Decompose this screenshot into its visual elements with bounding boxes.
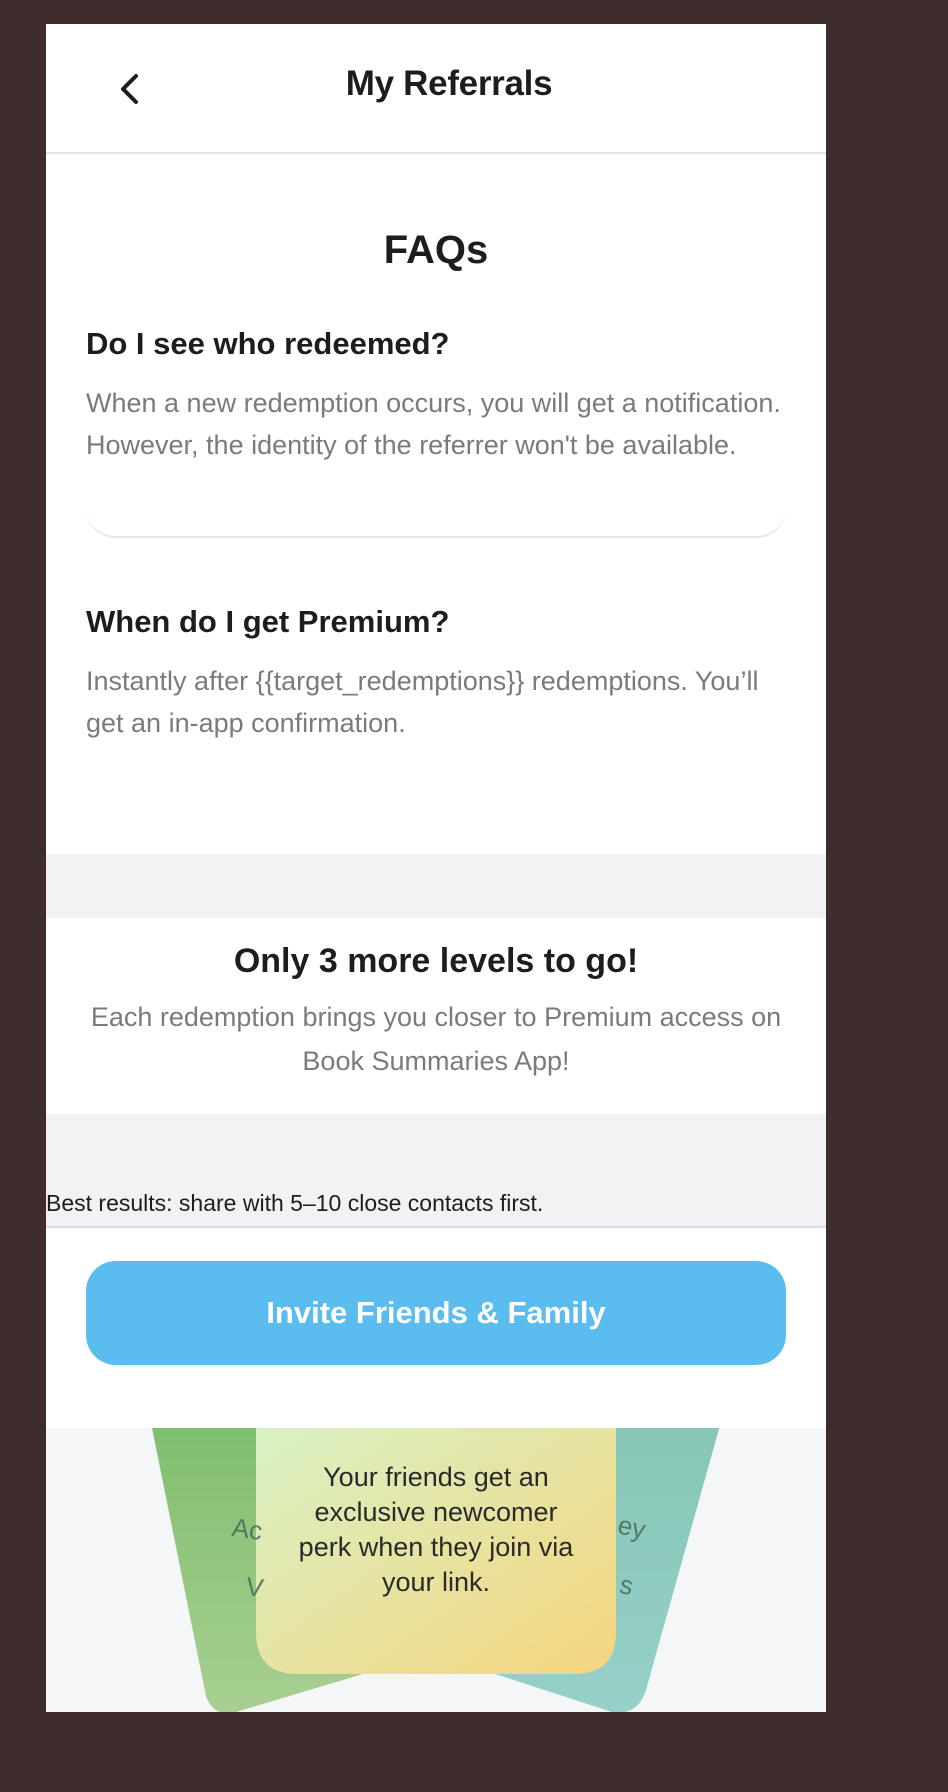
app-screen: My Referrals FAQs Do I see who redeemed?…: [46, 24, 826, 1712]
faq-section: FAQs Do I see who redeemed? When a new r…: [46, 154, 826, 854]
levels-section: Only 3 more levels to go! Each redemptio…: [46, 918, 826, 1114]
faq-answer: Instantly after {{target_redemptions}} r…: [86, 666, 759, 738]
faq-item: Do I see who redeemed? When a new redemp…: [86, 326, 786, 538]
reward-cards-illustration: Ac V ey s Your friends get an exclusive …: [46, 1428, 826, 1712]
faq-item: When do I get Premium? Instantly after {…: [86, 604, 786, 744]
invite-friends-button[interactable]: Invite Friends & Family: [86, 1261, 786, 1365]
faq-question: When do I get Premium?: [86, 604, 450, 639]
section-divider: [46, 854, 826, 918]
faq-answer: When a new redemption occurs, you will g…: [86, 388, 781, 460]
faq-heading: FAQs: [383, 228, 489, 272]
left-card-text: Ac: [230, 1512, 265, 1546]
levels-heading: Only 3 more levels to go!: [233, 942, 639, 980]
levels-subtitle: Each redemption brings you closer to Pre…: [90, 1002, 782, 1076]
faq-question: Do I see who redeemed?: [86, 326, 450, 361]
top-nav-bar: My Referrals: [46, 24, 826, 154]
invite-bar: Invite Friends & Family: [46, 1228, 826, 1452]
reward-card-text: Your friends get an exclusive newcomer p…: [298, 1462, 574, 1597]
sharing-tip: Best results: share with 5–10 close cont…: [46, 1190, 544, 1216]
page-title: My Referrals: [345, 64, 553, 103]
